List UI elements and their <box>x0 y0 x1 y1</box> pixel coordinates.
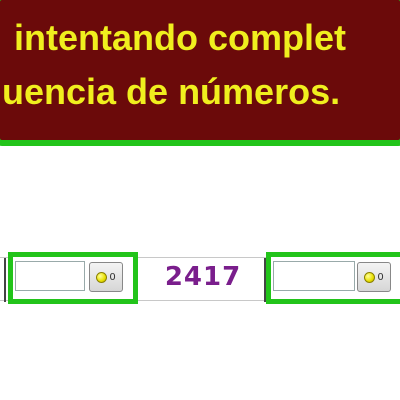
answer-input-2[interactable] <box>273 261 355 291</box>
instruction-text-line-2: uencia de números. <box>2 71 341 112</box>
sequence-slot-2: 0 <box>266 252 400 304</box>
given-number: 2417 <box>164 262 242 292</box>
answer-input-1[interactable] <box>15 261 85 291</box>
lightbulb-icon <box>96 271 108 283</box>
instruction-text-line-1: intentando complet <box>14 17 346 58</box>
instruction-banner: intentando complet uencia de números. <box>0 0 400 146</box>
hint-count: 0 <box>109 271 116 283</box>
sequence-slot-1: 0 <box>8 252 138 304</box>
sequence-divider <box>4 258 6 302</box>
hint-button-1[interactable]: 0 <box>89 262 123 292</box>
hint-count: 0 <box>377 271 384 283</box>
lightbulb-icon <box>364 271 376 283</box>
hint-button-2[interactable]: 0 <box>357 262 391 292</box>
